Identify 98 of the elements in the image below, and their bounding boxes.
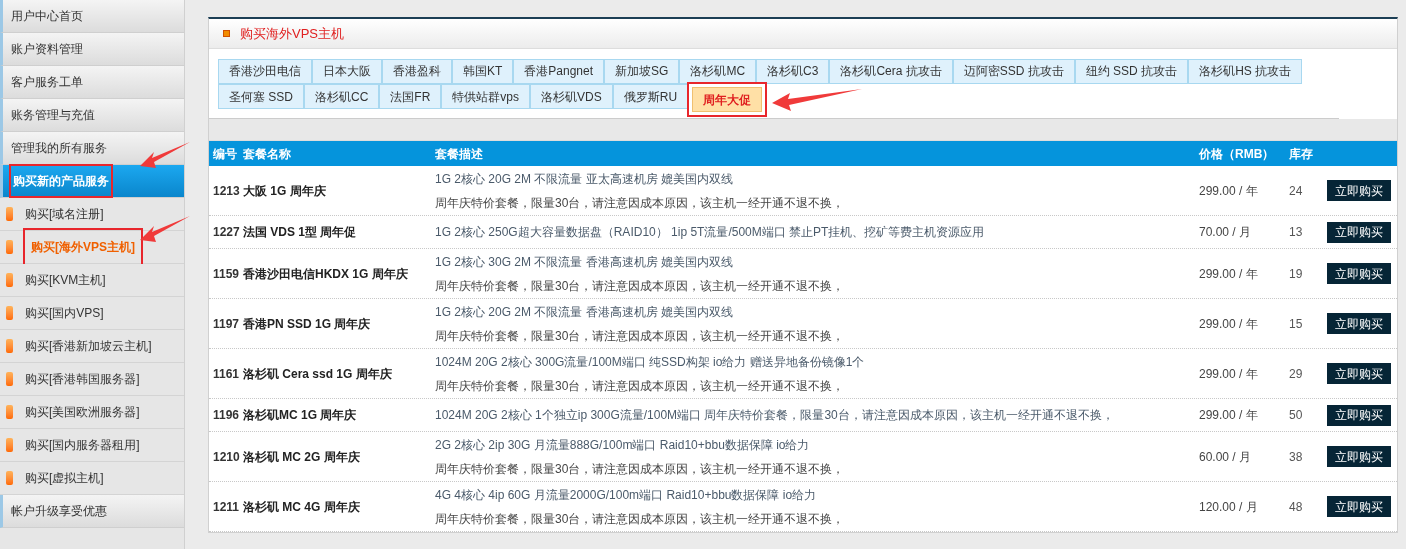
table-cell-text: 299.00 / 年	[1199, 265, 1259, 283]
region-tab[interactable]: 洛杉矶HS 抗攻击	[1188, 58, 1303, 84]
table-cell-text: 1159	[212, 265, 241, 283]
bullet-icon	[6, 372, 13, 386]
column-header: 套餐描述	[435, 145, 484, 163]
sidebar-item[interactable]: 管理我的所有服务	[0, 132, 184, 165]
table-cell-text: 洛杉矶MC 1G 周年庆	[243, 407, 358, 424]
buy-now-button[interactable]: 立即购买	[1327, 180, 1391, 201]
table-cell-text: 120.00 / 月	[1199, 498, 1259, 516]
region-tab[interactable]: 洛杉矶CC	[304, 84, 380, 109]
table-cell-text: 2G 2核心 2ip 30G 月流量888G/100m端口 Raid10+bbu数据保障 io给力	[435, 436, 811, 454]
table-cell-text: 1227	[212, 224, 241, 241]
table-cell-text: 4G 4核心 4ip 60G 月流量2000G/100m端口 Raid10+bbu数据保障 io给力	[435, 486, 818, 504]
table-cell-text: 洛杉矶 MC 2G 周年庆	[243, 448, 361, 466]
table-cell-text: 法国 VDS 1型 周年促	[243, 224, 358, 241]
region-tab[interactable]: 法国FR	[379, 84, 442, 109]
column-header: 套餐名称	[243, 145, 292, 163]
bullet-icon	[6, 405, 13, 419]
buy-now-button[interactable]: 立即购买	[1327, 221, 1391, 243]
table-cell-text: 洛杉矶 MC 4G 周年庆	[243, 498, 361, 516]
region-tab[interactable]: 迈阿密SSD 抗攻击	[952, 58, 1075, 84]
buy-now-button[interactable]: 立即购买	[1327, 263, 1391, 284]
table-cell-text: 1024M 20G 2核心 300G流量/100M端口 纯SSD构架 io给力 赠送异地备份镜像1个	[435, 353, 866, 371]
table-cell-text: 1161	[212, 365, 241, 383]
table-cell-text: 1G 2核心 250G超大容量数据盘（RAID10） 1ip 5T流量/500M端口 禁止PT挂机、挖矿等费主机资源应用	[435, 224, 986, 241]
table-cell-text: 299.00 / 年	[1199, 315, 1259, 333]
table-cell-text: 19	[1289, 265, 1304, 283]
table-cell-text: 1211	[212, 498, 241, 516]
sidebar-item[interactable]: 购买[KVM主机]	[0, 264, 184, 297]
panel-title: 购买海外VPS主机	[240, 24, 344, 43]
buy-now-button[interactable]: 立即购买	[1327, 363, 1391, 384]
annotation-arrow-icon	[140, 216, 190, 244]
table-cell-text: 1G 2核心 20G 2M 不限流量 香港高速机房 媲美国内双线	[435, 303, 735, 321]
region-tab[interactable]: 洛杉矶Cera 抗攻击	[829, 58, 953, 84]
table-cell-text: 299.00 / 年	[1199, 182, 1259, 200]
sidebar-item[interactable]: 账户资料管理	[0, 33, 184, 66]
region-tab[interactable]: 洛杉矶C3	[756, 58, 830, 84]
table-cell-text: 香港沙田电信HKDX 1G 周年庆	[243, 265, 409, 283]
region-tab[interactable]: 新加坡SG	[604, 58, 680, 84]
table-cell-text: 周年庆特价套餐，限量30台，请注意因成本原因，该主机一经开通不退不换，	[435, 377, 846, 395]
table-cell-text: 70.00 / 月	[1199, 224, 1253, 241]
table-cell-text: 60.00 / 月	[1199, 448, 1253, 466]
table-cell-text: 周年庆特价套餐，限量30台，请注意因成本原因，该主机一经开通不退不换，	[435, 510, 846, 528]
table-cell-text: 29	[1289, 365, 1304, 383]
table-cell-text: 48	[1289, 498, 1304, 516]
table-cell-text: 299.00 / 年	[1199, 407, 1259, 424]
table-cell-text: 周年庆特价套餐，限量30台，请注意因成本原因，该主机一经开通不退不换，	[435, 194, 846, 212]
bullet-icon	[6, 240, 13, 254]
region-tab[interactable]: 香港Pangnet	[513, 58, 605, 84]
table-cell-text: 周年庆特价套餐，限量30台，请注意因成本原因，该主机一经开通不退不换，	[435, 460, 846, 478]
region-tab[interactable]: 洛杉矶VDS	[530, 84, 613, 109]
table-cell-text: 15	[1289, 315, 1304, 333]
column-header: 编号	[212, 145, 238, 163]
table-cell-text: 1G 2核心 20G 2M 不限流量 亚太高速机房 媲美国内双线	[435, 170, 735, 188]
table-cell-text: 1213	[212, 182, 241, 200]
table-cell-text: 299.00 / 年	[1199, 365, 1259, 383]
column-header: 价格（RMB）	[1199, 145, 1276, 163]
bullet-icon	[6, 306, 13, 320]
table-cell-text: 1210	[212, 448, 241, 466]
buy-now-button[interactable]: 立即购买	[1327, 404, 1391, 426]
bullet-icon	[6, 438, 13, 452]
table-cell-text: 周年庆特价套餐，限量30台，请注意因成本原因，该主机一经开通不退不换，	[435, 327, 846, 345]
buy-now-button[interactable]: 立即购买	[1327, 313, 1391, 334]
annotation-arrow-icon	[140, 142, 190, 170]
heading-icon	[223, 30, 230, 37]
region-tab[interactable]: 特供站群vps	[441, 84, 531, 109]
sidebar-item[interactable]: 帐户升级享受优惠	[0, 495, 184, 528]
region-tab[interactable]: 香港沙田电信	[218, 58, 312, 84]
table-cell-text: 香港PN SSD 1G 周年庆	[243, 315, 372, 333]
sidebar-item[interactable]: 客户服务工单	[0, 66, 184, 99]
region-tab[interactable]: 韩国KT	[452, 58, 514, 84]
bullet-icon	[6, 207, 13, 221]
table-cell-text: 大阪 1G 周年庆	[243, 182, 327, 200]
buy-now-button[interactable]: 立即购买	[1327, 446, 1391, 467]
sidebar-item[interactable]: 账务管理与充值	[0, 99, 184, 132]
table-cell-text: 24	[1289, 182, 1304, 200]
column-header: 库存	[1289, 145, 1314, 163]
region-tab[interactable]: 日本大阪	[312, 58, 382, 84]
region-tab[interactable]: 香港盈科	[382, 58, 452, 84]
table-cell-text: 洛杉矶 Cera ssd 1G 周年庆	[243, 365, 393, 383]
table-cell-text: 38	[1289, 448, 1304, 466]
table-cell-text: 1196	[212, 407, 241, 424]
annotation-arrow-icon	[772, 88, 863, 111]
table-cell-text: 1G 2核心 30G 2M 不限流量 香港高速机房 媲美国内双线	[435, 253, 735, 271]
table-cell-text: 1197	[212, 315, 241, 333]
table-cell-text: 1024M 20G 2核心 1个独立ip 300G流量/100M端口 周年庆特价套餐，限量30台，请注意因成本原因，该主机一经开通不退不换，	[435, 407, 1115, 424]
region-tab[interactable]: 圣何塞 SSD	[218, 84, 304, 109]
table-cell-text: 13	[1289, 224, 1304, 241]
buy-now-button[interactable]: 立即购买	[1327, 496, 1391, 517]
bullet-icon	[6, 471, 13, 485]
region-tab[interactable]: 纽约 SSD 抗攻击	[1074, 58, 1189, 84]
bullet-icon	[6, 339, 13, 353]
bullet-icon	[6, 273, 13, 287]
table-cell-text: 50	[1289, 407, 1304, 424]
region-tab[interactable]: 洛杉矶MC	[679, 58, 757, 84]
sidebar-item[interactable]: 用户中心首页	[0, 0, 184, 33]
table-cell-text: 周年庆特价套餐，限量30台，请注意因成本原因，该主机一经开通不退不换，	[435, 277, 846, 295]
region-tab[interactable]: 俄罗斯RU	[612, 84, 689, 109]
